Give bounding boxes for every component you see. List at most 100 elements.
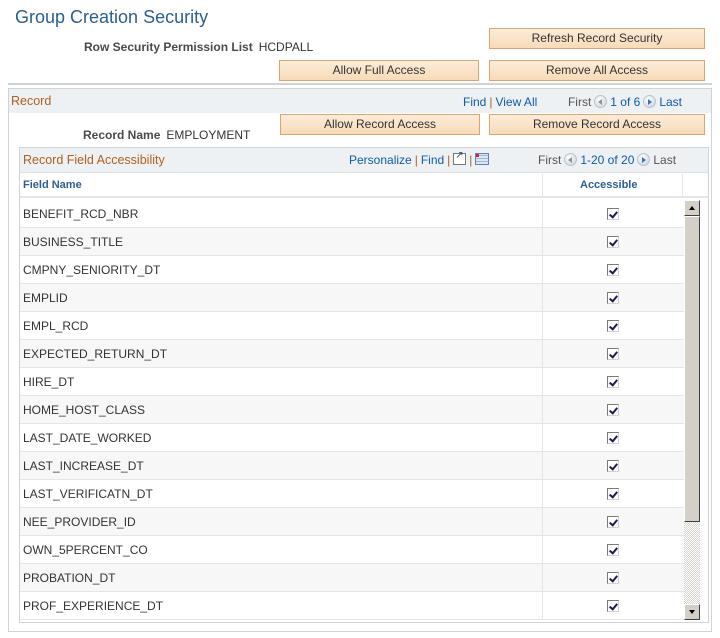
accessible-checkbox[interactable] [607, 208, 619, 220]
table-row: LAST_VERIFICATN_DT [20, 480, 684, 508]
remove-all-access-button[interactable]: Remove All Access [489, 60, 705, 81]
grid-toolbar: Personalize|Find|| [349, 150, 490, 167]
grid-first-label: First [538, 153, 562, 167]
accessible-checkbox[interactable] [607, 236, 619, 248]
accessible-checkbox[interactable] [607, 264, 619, 276]
grid-scrollbar[interactable] [684, 200, 700, 620]
separator: | [489, 95, 493, 109]
record-section: Record Find | View All First 1 of 6 Last Rec… [8, 88, 712, 632]
record-position: 1 of 6 [610, 95, 641, 109]
table-row: NEE_PROVIDER_ID [20, 508, 684, 536]
record-last-link[interactable]: Last [659, 95, 682, 109]
accessible-checkbox[interactable] [607, 572, 619, 584]
table-row: LAST_INCREASE_DT [20, 452, 684, 480]
scrollbar-thumb[interactable] [684, 216, 700, 522]
table-row: PROBATION_DT [20, 564, 684, 592]
cell-separator [542, 312, 543, 340]
scroll-up-icon[interactable] [684, 200, 700, 216]
record-name-label: Record Name [83, 128, 161, 142]
cell-separator [542, 256, 543, 284]
table-row: BENEFIT_RCD_NBR [20, 200, 684, 228]
field-name-cell: BUSINESS_TITLE [23, 235, 124, 249]
accessible-checkbox[interactable] [607, 348, 619, 360]
cell-separator [542, 368, 543, 396]
cell-separator [542, 284, 543, 312]
accessible-checkbox[interactable] [607, 432, 619, 444]
cell-separator [542, 592, 543, 620]
table-row: OWN_5PERCENT_CO [20, 536, 684, 564]
table-row: EMPLID [20, 284, 684, 312]
scroll-down-icon[interactable] [684, 604, 700, 620]
table-row: CMPNY_SENIORITY_DT [20, 256, 684, 284]
record-section-title: Record [11, 94, 52, 108]
allow-record-access-button[interactable]: Allow Record Access [280, 114, 480, 135]
accessible-checkbox[interactable] [607, 516, 619, 528]
refresh-record-security-button[interactable]: Refresh Record Security [489, 28, 705, 49]
download-to-excel-icon[interactable] [475, 153, 490, 165]
previous-rows-icon[interactable] [564, 153, 578, 166]
field-name-cell: HIRE_DT [23, 375, 75, 389]
cell-separator [542, 452, 543, 480]
accessible-checkbox[interactable] [607, 320, 619, 332]
record-name-field: Record Name EMPLOYMENT [83, 128, 250, 142]
remove-record-access-button[interactable]: Remove Record Access [489, 114, 705, 135]
record-name-value: EMPLOYMENT [166, 128, 251, 142]
column-header-accessible[interactable]: Accessible [580, 179, 637, 191]
record-first-label: First [567, 95, 592, 109]
previous-record-icon[interactable] [594, 95, 608, 108]
accessible-checkbox[interactable] [607, 460, 619, 472]
grid-find-link[interactable]: Find [421, 153, 444, 167]
grid-rows: BENEFIT_RCD_NBR BUSINESS_TITLE CMPNY_SENIO… [20, 200, 684, 620]
cell-separator [542, 536, 543, 564]
field-name-cell: HOME_HOST_CLASS [23, 403, 146, 417]
grid-column-headers: Field Name Accessible [20, 174, 708, 198]
field-name-cell: OWN_5PERCENT_CO [23, 543, 148, 557]
column-separator [682, 174, 683, 198]
separator: | [469, 153, 473, 167]
field-name-cell: PROBATION_DT [23, 571, 116, 585]
new-window-icon[interactable] [453, 150, 467, 165]
allow-full-access-button[interactable]: Allow Full Access [279, 60, 479, 81]
next-rows-icon[interactable] [637, 153, 651, 166]
table-row: LAST_DATE_WORKED [20, 424, 684, 452]
grid-position: 1-20 of 20 [580, 153, 635, 167]
permission-list-label: Row Security Permission List [84, 40, 253, 54]
separator: | [414, 153, 418, 167]
separator: | [447, 153, 451, 167]
cell-separator [542, 200, 543, 228]
field-name-cell: EXPECTED_RETURN_DT [23, 347, 168, 361]
next-record-icon[interactable] [643, 95, 657, 108]
permission-list-value: HCDPALL [258, 40, 314, 54]
accessible-checkbox[interactable] [607, 600, 619, 612]
cell-separator [542, 480, 543, 508]
field-name-cell: NEE_PROVIDER_ID [23, 515, 136, 529]
table-row: EMPL_RCD [20, 312, 684, 340]
record-section-header: Record Find | View All First 1 of 6 Last [9, 89, 711, 113]
field-name-cell: EMPL_RCD [23, 319, 89, 333]
page-title: Group Creation Security [15, 7, 209, 27]
accessible-checkbox[interactable] [607, 544, 619, 556]
accessible-checkbox[interactable] [607, 292, 619, 304]
cell-separator [542, 396, 543, 424]
field-name-cell: EMPLID [23, 291, 68, 305]
record-view-all-link[interactable]: View All [495, 95, 537, 109]
record-find-link[interactable]: Find [463, 95, 486, 109]
accessible-checkbox[interactable] [607, 404, 619, 416]
table-row: EXPECTED_RETURN_DT [20, 340, 684, 368]
table-row: HIRE_DT [20, 368, 684, 396]
grid-header: Record Field Accessibility Personalize | F… [20, 148, 708, 173]
record-field-accessibility-grid: Record Field Accessibility Personalize | F… [19, 147, 709, 623]
grid-last-label: Last [653, 153, 677, 167]
cell-separator [542, 424, 543, 452]
field-name-cell: LAST_VERIFICATN_DT [23, 487, 153, 501]
grid-title: Record Field Accessibility [23, 153, 165, 167]
record-navigation: Find | View All First 1 of 6 Last [463, 95, 682, 109]
cell-separator [542, 228, 543, 256]
field-name-cell: CMPNY_SENIORITY_DT [23, 263, 161, 277]
accessible-checkbox[interactable] [607, 376, 619, 388]
accessible-checkbox[interactable] [607, 488, 619, 500]
column-separator [542, 174, 543, 198]
personalize-link[interactable]: Personalize [349, 153, 412, 167]
column-header-field-name[interactable]: Field Name [23, 179, 82, 191]
grid-navigation: First 1-20 of 20 Last [538, 153, 676, 167]
